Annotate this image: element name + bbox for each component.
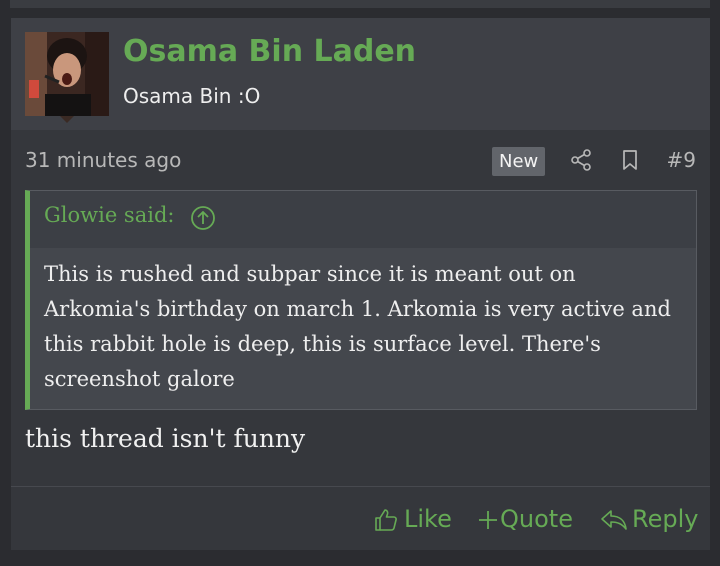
post-meta: 31 minutes ago New #9 (11, 130, 710, 190)
previous-post-edge (10, 0, 710, 8)
avatar-image (25, 32, 109, 116)
quote-text: This is rushed and subpar since it is me… (44, 262, 671, 391)
avatar-pointer (60, 116, 74, 123)
username-link[interactable]: Osama Bin Laden (123, 34, 416, 69)
share-icon[interactable] (569, 148, 593, 172)
user-title: Osama Bin :O (123, 84, 261, 108)
thumbs-up-icon (375, 509, 397, 531)
plus-icon (479, 511, 497, 529)
quote-author: Glowie said: (44, 203, 175, 227)
reply-arrow-icon (601, 510, 627, 530)
arrow-up-circle-icon[interactable] (190, 205, 216, 231)
reply-label: Reply (632, 505, 699, 533)
quote-block: Glowie said: This is rushed and subpar s… (25, 190, 697, 410)
quote-header: Glowie said: (30, 191, 696, 248)
post-actions: Like Quote Reply (11, 486, 710, 550)
bookmark-icon[interactable] (618, 148, 642, 172)
like-button[interactable]: Like (373, 501, 455, 537)
post-body: this thread isn't funny (25, 424, 306, 453)
post-number-link[interactable]: #9 (667, 148, 696, 172)
quote-button[interactable]: Quote (477, 501, 577, 537)
reply-button[interactable]: Reply (600, 501, 700, 537)
user-header: Osama Bin Laden Osama Bin :O (11, 18, 710, 130)
like-label: Like (404, 505, 452, 533)
quote-label: Quote (500, 505, 573, 533)
avatar[interactable] (25, 32, 109, 116)
post-timestamp[interactable]: 31 minutes ago (25, 148, 181, 172)
new-badge: New (492, 147, 546, 176)
forum-post: Osama Bin Laden Osama Bin :O 31 minutes … (11, 18, 710, 550)
